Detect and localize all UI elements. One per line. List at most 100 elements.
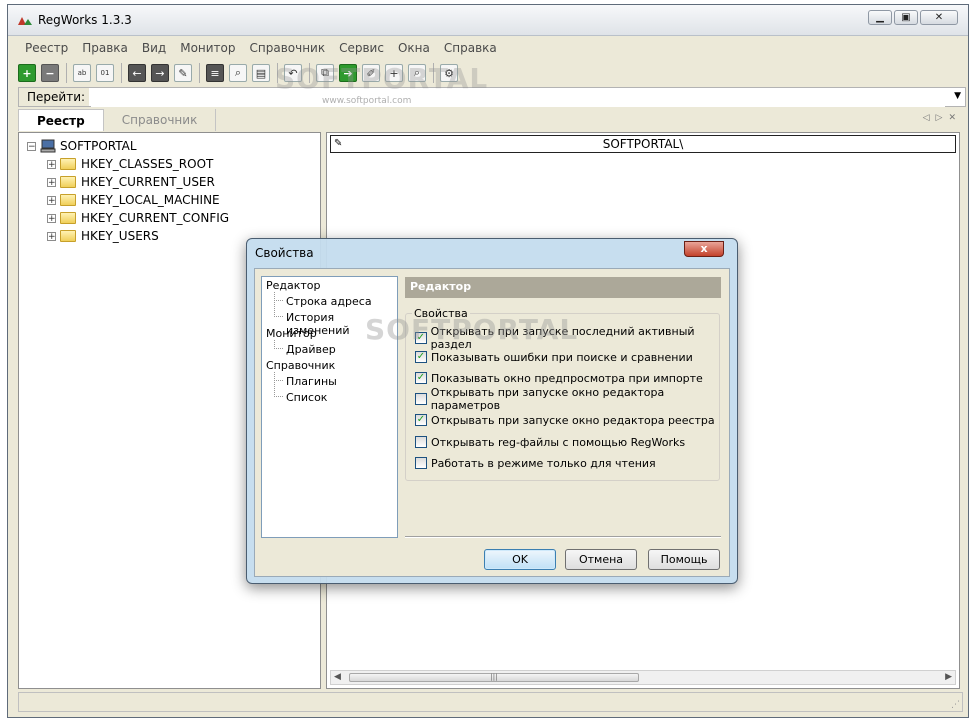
menu-windows[interactable]: Окна — [391, 39, 437, 57]
tab-registry[interactable]: Реестр — [18, 109, 104, 131]
document-icon[interactable]: ▤ — [252, 64, 270, 82]
computer-icon — [40, 139, 56, 153]
title-bar: RegWorks 1.3.3 ▁ ▣ ✕ — [8, 5, 968, 36]
tree-root[interactable]: − SOFTPORTAL — [27, 137, 137, 155]
nav-driver[interactable]: Драйвер — [286, 343, 336, 356]
help-button[interactable]: Помощь — [648, 549, 720, 570]
tree-item-label: HKEY_CURRENT_USER — [81, 175, 215, 189]
restore-button[interactable]: ▣ — [894, 10, 918, 25]
remove-key-icon[interactable]: − — [41, 64, 59, 82]
path-bar: ✎ SOFTPORTAL\ — [330, 135, 956, 153]
tree-item-label: HKEY_LOCAL_MACHINE — [81, 193, 220, 207]
expand-icon[interactable]: + — [47, 231, 56, 241]
ok-button[interactable]: OK — [484, 549, 556, 570]
close-button[interactable]: ✕ — [920, 10, 958, 25]
option-row[interactable]: Открывать reg-файлы с помощью RegWorks — [415, 435, 685, 449]
checkbox-unchecked[interactable] — [415, 457, 427, 469]
goto-dropdown-icon[interactable]: ▼ — [954, 91, 961, 101]
horizontal-scrollbar[interactable]: ◀ ||| ▶ — [330, 670, 956, 685]
nav-plugins[interactable]: Плагины — [286, 375, 337, 388]
expand-icon[interactable]: + — [47, 177, 56, 187]
toolbar-separator — [66, 63, 67, 83]
tree-connector — [274, 380, 283, 397]
watermark-url: www.softportal.com — [322, 96, 412, 106]
menu-monitor[interactable]: Монитор — [173, 39, 242, 57]
tree-connector — [274, 340, 283, 349]
tab-nav-arrows[interactable]: ◁▷✕ — [923, 113, 962, 123]
minimize-button[interactable]: ▁ — [868, 10, 892, 25]
folder-icon — [60, 212, 76, 224]
menu-registry[interactable]: Реестр — [18, 39, 75, 57]
option-label: Показывать окно предпросмотра при импорт… — [431, 371, 703, 385]
search-icon[interactable]: ⌕ — [229, 64, 247, 82]
scroll-thumb[interactable]: ||| — [349, 673, 639, 682]
option-row[interactable]: Открывать при запуске окно редактора пар… — [415, 386, 729, 412]
folder-icon — [60, 158, 76, 170]
goto-label: Перейти: — [19, 88, 89, 106]
dialog-body: Редактор Строка адреса История изменений… — [254, 268, 730, 577]
tab-reference[interactable]: Справочник — [104, 109, 217, 131]
toolbar-separator — [121, 63, 122, 83]
option-row[interactable]: Работать в режиме только для чтения — [415, 456, 656, 470]
dialog-close-button[interactable]: x — [684, 241, 724, 257]
expand-icon[interactable]: + — [47, 213, 56, 223]
resize-grip-icon[interactable]: ⋰ — [951, 700, 960, 710]
option-label: Работать в режиме только для чтения — [431, 456, 656, 470]
folder-icon — [60, 230, 76, 242]
nav-monitor[interactable]: Монитор — [266, 327, 317, 340]
option-label: Открывать reg-файлы с помощью RegWorks — [431, 435, 686, 449]
tree-item-hku[interactable]: + HKEY_USERS — [47, 227, 159, 245]
status-bar: ⋰ — [18, 692, 963, 712]
scroll-right-icon[interactable]: ▶ — [945, 672, 952, 682]
checkbox-checked[interactable]: ✓ — [415, 372, 427, 384]
menu-reference[interactable]: Справочник — [243, 39, 333, 57]
collapse-icon[interactable]: − — [27, 141, 36, 151]
list-icon[interactable]: ≡ — [206, 64, 224, 82]
tree-item-label: HKEY_CURRENT_CONFIG — [81, 211, 230, 225]
scroll-left-icon[interactable]: ◀ — [334, 672, 341, 682]
watermark-logo-dialog: SOFTPORTAL — [365, 313, 579, 346]
checkbox-checked[interactable]: ✓ — [415, 414, 427, 426]
tree-root-label: SOFTPORTAL — [60, 139, 137, 153]
forward-arrow-icon[interactable]: → — [151, 64, 169, 82]
tree-item-label: HKEY_USERS — [81, 229, 159, 243]
tree-item-hkcu[interactable]: + HKEY_CURRENT_USER — [47, 173, 215, 191]
menu-bar: Реестр Правка Вид Монитор Справочник Сер… — [18, 39, 504, 57]
path-text: SOFTPORTAL\ — [602, 137, 684, 151]
section-header-label: Редактор — [410, 280, 472, 293]
tree-item-hklm[interactable]: + HKEY_LOCAL_MACHINE — [47, 191, 220, 209]
toolbar-separator — [199, 63, 200, 83]
folder-icon — [60, 176, 76, 188]
section-header: Редактор — [405, 277, 721, 298]
dialog-title: Свойства — [255, 246, 314, 260]
expand-icon[interactable]: + — [47, 195, 56, 205]
string-value-icon[interactable]: ab — [73, 64, 91, 82]
menu-view[interactable]: Вид — [135, 39, 173, 57]
checkbox-unchecked[interactable] — [415, 436, 427, 448]
menu-edit[interactable]: Правка — [75, 39, 135, 57]
tree-item-hkcr[interactable]: + HKEY_CLASSES_ROOT — [47, 155, 213, 173]
edit-pencil-icon[interactable]: ✎ — [174, 64, 192, 82]
cancel-button[interactable]: Отмена — [565, 549, 637, 570]
option-row[interactable]: ✓ Показывать окно предпросмотра при импо… — [415, 371, 703, 385]
menu-service[interactable]: Сервис — [332, 39, 391, 57]
panel-tabs: Реестр Справочник — [18, 109, 217, 131]
binary-value-icon[interactable]: 01 — [96, 64, 114, 82]
back-arrow-icon[interactable]: ← — [128, 64, 146, 82]
nav-list[interactable]: Список — [286, 391, 327, 404]
menu-help[interactable]: Справка — [437, 39, 504, 57]
expand-icon[interactable]: + — [47, 159, 56, 169]
goto-input[interactable] — [91, 89, 945, 107]
nav-editor[interactable]: Редактор — [266, 279, 321, 292]
option-label: Открывать при запуске окно редактора рее… — [431, 413, 715, 427]
option-label: Открывать при запуске окно редактора пар… — [430, 386, 665, 412]
tree-item-hkcc[interactable]: + HKEY_CURRENT_CONFIG — [47, 209, 229, 227]
add-key-icon[interactable]: + — [18, 64, 36, 82]
nav-reference[interactable]: Справочник — [266, 359, 335, 372]
dialog-separator — [405, 536, 721, 538]
nav-address-bar[interactable]: Строка адреса — [286, 295, 372, 308]
option-row[interactable]: ✓ Показывать ошибки при поиске и сравнен… — [415, 350, 693, 364]
option-row[interactable]: ✓ Открывать при запуске окно редактора р… — [415, 413, 715, 427]
checkbox-unchecked[interactable] — [415, 393, 427, 405]
checkbox-checked[interactable]: ✓ — [415, 351, 427, 363]
